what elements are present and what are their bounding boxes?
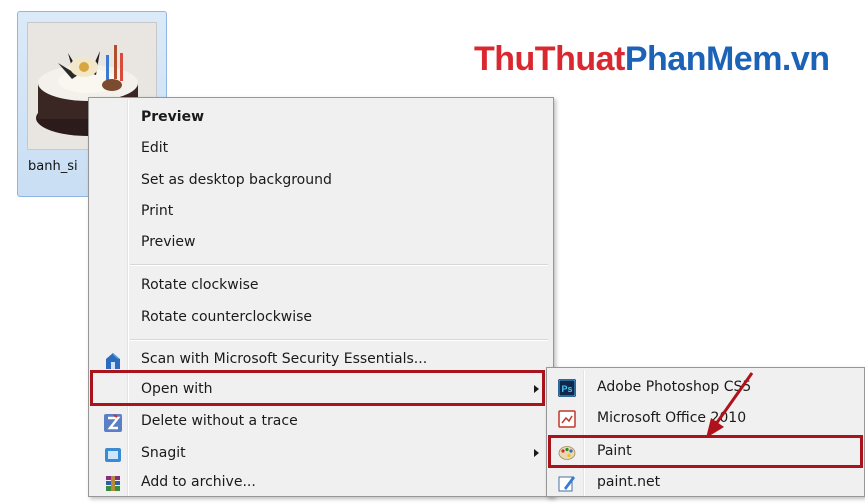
menu-item-rotate-clockwise[interactable]: Rotate clockwise: [92, 270, 550, 300]
zapper-icon: [104, 413, 122, 432]
menu-item-label: Set as desktop background: [141, 172, 332, 188]
winrar-icon: [104, 474, 122, 491]
menu-item-print[interactable]: Print: [92, 196, 550, 226]
open-with-highlight-box: [90, 370, 545, 406]
menu-item-rotate-counterclockwise[interactable]: Rotate counterclockwise: [92, 302, 550, 332]
menu-item-label: Delete without a trace: [141, 413, 298, 429]
photoshop-icon: Ps: [558, 378, 576, 397]
menu-item-edit[interactable]: Edit: [92, 133, 550, 163]
menu-item-add-to-archive[interactable]: Add to archive...: [92, 467, 550, 497]
submenu-arrow-icon: [534, 449, 539, 457]
menu-separator: [130, 264, 548, 266]
submenu-item-office-picture-manager[interactable]: Microsoft Office 2010: [550, 403, 862, 433]
brand-part2: PhanMem.vn: [624, 40, 830, 78]
menu-item-label: Rotate clockwise: [141, 277, 259, 293]
menu-item-label: Preview: [141, 109, 205, 125]
menu-item-preview[interactable]: Preview: [92, 227, 550, 257]
security-essentials-icon: [104, 351, 122, 369]
svg-text:Ps: Ps: [562, 384, 573, 394]
paint-highlight-box: [548, 435, 863, 468]
submenu-item-photoshop[interactable]: Ps Adobe Photoshop CS5: [550, 372, 862, 402]
menu-item-label: Print: [141, 203, 174, 219]
submenu-item-paintnet[interactable]: paint.net: [550, 467, 862, 497]
menu-item-snagit[interactable]: Snagit: [92, 438, 550, 468]
context-menu: Preview Edit Set as desktop background P…: [88, 97, 554, 497]
open-with-submenu: Ps Adobe Photoshop CS5 Microsoft Office …: [546, 367, 865, 497]
brand-part1: ThuThuat: [474, 40, 625, 78]
submenu-item-label: paint.net: [597, 474, 661, 490]
menu-item-label: Rotate counterclockwise: [141, 309, 313, 325]
menu-item-label: Snagit: [141, 445, 186, 461]
submenu-item-label: Microsoft Office 2010: [597, 410, 747, 426]
menu-item-preview-default[interactable]: Preview: [92, 102, 550, 132]
menu-item-delete-without-trace[interactable]: Delete without a trace: [92, 406, 550, 436]
paintnet-icon: [558, 473, 576, 492]
brand-logo: ThuThuatPhanMem.vn: [474, 40, 830, 78]
menu-item-set-desktop-background[interactable]: Set as desktop background: [92, 165, 550, 195]
menu-item-label: Preview: [141, 234, 196, 250]
file-name-line1: banh_si: [28, 159, 78, 174]
submenu-item-label: Adobe Photoshop CS5: [597, 379, 752, 395]
menu-item-label: Edit: [141, 140, 169, 156]
office-picture-manager-icon: [558, 409, 576, 428]
snagit-icon: [104, 445, 122, 462]
menu-item-label: Add to archive...: [141, 474, 256, 490]
menu-separator: [130, 339, 548, 341]
